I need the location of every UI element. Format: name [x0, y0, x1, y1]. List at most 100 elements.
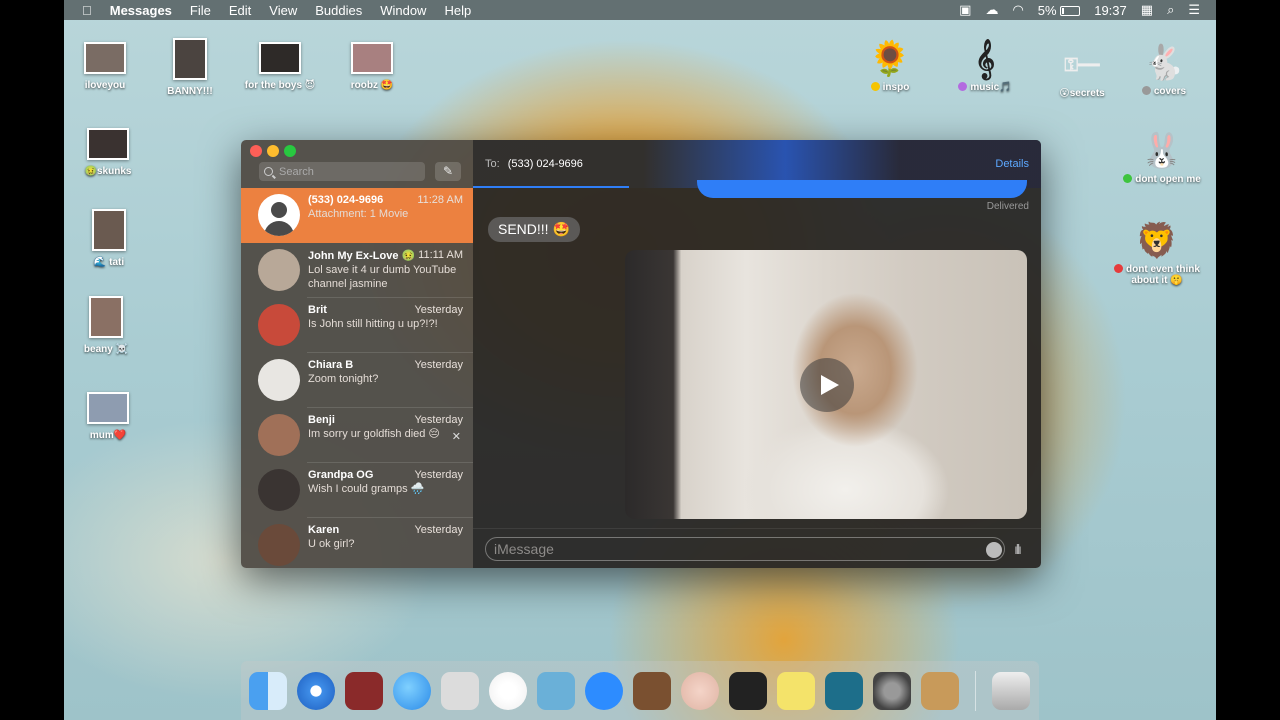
system-preferences-icon[interactable]	[873, 671, 911, 710]
photo-thumbnail	[87, 392, 129, 424]
conversation-item[interactable]: Grandpa OG Yesterday Wish I could gramps…	[241, 463, 473, 518]
desktop-icon-skunks[interactable]: 🤢skunks	[64, 128, 153, 177]
sent-message-bubble[interactable]	[697, 180, 1027, 198]
contacts-icon[interactable]	[921, 671, 959, 710]
menu-app-messages[interactable]: Messages	[110, 3, 172, 18]
conversation-preview: U ok girl?	[308, 538, 355, 550]
conversation-item[interactable]: Karen Yesterday U ok girl?	[241, 518, 473, 568]
rabbit-icon: 🐇	[1142, 44, 1186, 82]
conversation-item[interactable]: Brit Yesterday Is John still hitting u u…	[241, 298, 473, 353]
desktop-icon-label: secrets	[1069, 88, 1105, 99]
menu-help[interactable]: Help	[444, 3, 471, 18]
desktop-icon-secrets[interactable]: ⚿━━ 😮secrets	[1037, 42, 1127, 99]
desktop-icon-for-the-boys[interactable]: for the boys 😈	[235, 42, 325, 91]
close-window-button[interactable]	[250, 145, 262, 157]
audio-message-icon[interactable]: ıllı	[1014, 541, 1022, 557]
minimize-window-button[interactable]	[267, 145, 279, 157]
stickies-icon[interactable]	[777, 671, 815, 710]
conversation-preview: Is John still hitting u up?!?!	[308, 318, 438, 330]
desktop-icon-covers[interactable]: 🐇 covers	[1119, 40, 1209, 97]
compose-button[interactable]: ✎	[435, 162, 461, 181]
dock-separator	[975, 670, 976, 711]
face-app-icon[interactable]	[681, 671, 719, 710]
conversation-list: (533) 024-9696 11:28 AM Attachment: 1 Mo…	[241, 188, 473, 568]
conversation-time: Yesterday	[414, 304, 463, 316]
desktop-icon-label: roobz 🤩	[350, 80, 394, 91]
conversation-preview: Im sorry ur goldfish died 😔	[308, 428, 440, 440]
photo-thumbnail	[89, 296, 123, 338]
lion-icon: 🦁	[1135, 222, 1179, 260]
menu-file[interactable]: File	[190, 3, 211, 18]
zoom-window-button[interactable]	[284, 145, 296, 157]
conversation-preview: Wish I could gramps 🌧️	[308, 483, 425, 495]
safari-icon[interactable]	[297, 671, 335, 710]
desktop-icon-inspo[interactable]: 🌻 inspo	[845, 36, 935, 93]
search-field[interactable]: Search	[259, 162, 425, 181]
audio-app-icon[interactable]	[729, 671, 767, 710]
wifi-icon[interactable]: ◠	[1012, 2, 1023, 18]
desktop-icon-dont-even-think-about-it[interactable]: 🦁 dont even think about it 🤫	[1107, 218, 1207, 286]
zoom-status-icon[interactable]: ▣	[959, 2, 971, 18]
desktop-icon-mum[interactable]: mum❤️	[64, 392, 153, 441]
message-input[interactable]: iMessage	[485, 537, 1005, 561]
conversation-item[interactable]: Benji Yesterday Im sorry ur goldfish die…	[241, 408, 473, 463]
apple-menu-icon[interactable]: 	[82, 3, 92, 18]
desktop-icon-tati[interactable]: 🌊 tati	[64, 209, 154, 268]
menu-edit[interactable]: Edit	[229, 3, 251, 18]
treble-clef-icon: 𝄞	[974, 40, 996, 78]
battery-icon[interactable]	[1060, 6, 1081, 17]
desktop-icon-label: iloveyou	[84, 80, 126, 91]
desktop-icon-dont-open-me[interactable]: 🐰 dont open me	[1117, 128, 1207, 185]
clock[interactable]: 19:37	[1094, 3, 1127, 18]
desktop-icon-label: dont open me	[1135, 174, 1201, 185]
avatar	[258, 414, 300, 456]
yellow-tag-icon	[870, 82, 880, 91]
conversation-preview: Lol save it 4 ur dumb YouTube channel ja…	[308, 264, 457, 290]
play-icon[interactable]	[800, 358, 854, 412]
desktop-icon-iloveyou[interactable]: iloveyou	[64, 42, 150, 91]
itunes-icon[interactable]	[489, 671, 527, 710]
window-controls	[250, 145, 296, 157]
purple-tag-icon	[958, 82, 968, 91]
recipient-field[interactable]: (533) 024-9696	[508, 158, 583, 170]
spotlight-search-icon[interactable]: ⌕	[1167, 2, 1174, 18]
conversation-preview: Zoom tonight?	[308, 373, 379, 385]
conversation-sidebar: Search ✎ (533) 024-9696 11:28 AM Attachm…	[241, 140, 473, 568]
desktop-icon-beany[interactable]: beany ☠️	[64, 296, 151, 355]
green-tag-icon	[1123, 174, 1133, 183]
desktop-icon-roobz[interactable]: roobz 🤩	[327, 42, 417, 91]
garageband-icon[interactable]	[633, 671, 671, 710]
preview-icon[interactable]	[825, 671, 863, 710]
creative-cloud-icon[interactable]: ☁	[985, 2, 998, 18]
emoji-icon[interactable]	[986, 542, 1002, 558]
desktop-icon-label: beany ☠️	[83, 344, 129, 355]
desktop-icon-banny[interactable]: BANNY!!!	[145, 38, 235, 97]
delete-conversation-icon[interactable]: ✕	[452, 430, 461, 443]
desktop-icon-label: dont even think about it 🤫	[1126, 264, 1200, 286]
conversation-preview: Attachment: 1 Movie	[308, 208, 409, 220]
finder-icon[interactable]	[249, 671, 287, 710]
pdf-app-icon[interactable]	[441, 671, 479, 710]
menu-view[interactable]: View	[269, 3, 297, 18]
compose-icon: ✎	[442, 164, 454, 178]
desktop-icon-music[interactable]: 𝄞 music🎵	[940, 36, 1030, 93]
zoom-icon[interactable]	[585, 671, 623, 710]
details-button[interactable]: Details	[995, 158, 1029, 170]
conversation-item[interactable]: Chiara B Yesterday Zoom tonight?	[241, 353, 473, 408]
photo-booth-icon[interactable]	[345, 671, 383, 710]
video-attachment[interactable]	[625, 250, 1027, 519]
calendar-icon[interactable]: ▦	[1141, 2, 1153, 18]
battery-status: 5%	[1038, 3, 1081, 18]
menu-buddies[interactable]: Buddies	[315, 3, 362, 18]
menu-window[interactable]: Window	[380, 3, 426, 18]
received-message-bubble[interactable]: SEND!!! 🤩	[488, 217, 580, 242]
notification-center-icon[interactable]: ☰	[1188, 2, 1200, 18]
conversation-item[interactable]: (533) 024-9696 11:28 AM Attachment: 1 Mo…	[241, 188, 473, 243]
desktop-icon-label: for the boys 😈	[244, 80, 316, 91]
trash-icon[interactable]	[992, 671, 1030, 710]
conversation-item[interactable]: John My Ex-Love 🤢 11:11 AM Lol save it 4…	[241, 243, 473, 298]
photo-thumbnail	[173, 38, 207, 80]
desktop-icon-label: mum❤️	[89, 430, 127, 441]
messages-icon[interactable]	[393, 671, 431, 710]
sequel-pro-icon[interactable]	[537, 671, 575, 710]
